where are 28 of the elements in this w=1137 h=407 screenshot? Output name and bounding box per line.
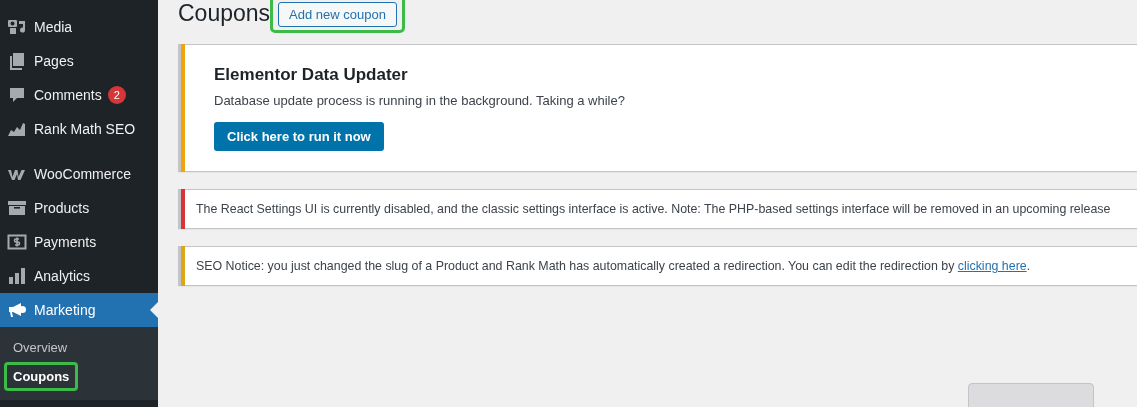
sidebar-item[interactable]: Pages <box>0 44 158 78</box>
notice-text: Database update process is running in the background. Taking a while? <box>214 93 626 108</box>
pages-icon <box>7 51 27 71</box>
submenu-item[interactable]: Coupons <box>4 362 79 391</box>
sidebar-item[interactable]: Analytics <box>0 259 158 293</box>
count-badge: 2 <box>107 86 126 104</box>
sidebar-item[interactable]: Products <box>0 191 158 225</box>
media-icon <box>7 17 27 37</box>
add-coupon-button[interactable]: Add new coupon <box>278 1 397 27</box>
sidebar-item[interactable]: WooCommerce <box>0 157 158 191</box>
sidebar-item[interactable]: Rank Math SEO <box>0 112 158 146</box>
sidebar-item[interactable]: Media <box>0 10 158 44</box>
submenu-item[interactable]: Overview <box>4 333 77 362</box>
current-pointer <box>150 302 158 318</box>
sidebar-item[interactable]: Payments <box>0 225 158 259</box>
notice-title: Elementor Data Updater <box>214 65 409 85</box>
sidebar-item[interactable]: Marketing <box>0 293 158 327</box>
marketing-icon <box>7 300 27 320</box>
products-icon <box>7 198 27 218</box>
page-title: Coupons <box>178 0 271 27</box>
run-now-button[interactable]: Click here to run it now <box>214 122 384 151</box>
payments-icon <box>7 232 27 252</box>
analytics-icon <box>7 266 27 286</box>
notice-text: The React Settings UI is currently disabled, and the classic settings interface is active. Note: The PHP-based settings interface will be removed in an upcoming release <box>196 201 1112 218</box>
notice-link[interactable]: clicking here <box>957 259 1027 273</box>
sidebar-item[interactable]: Comments 2 <box>0 78 158 112</box>
comments-icon <box>7 85 27 105</box>
notice-text: SEO Notice: you just changed the slug of a Product and Rank Math has automatically created a redirection. You can edit the redirection by clicking here. <box>196 258 1032 275</box>
